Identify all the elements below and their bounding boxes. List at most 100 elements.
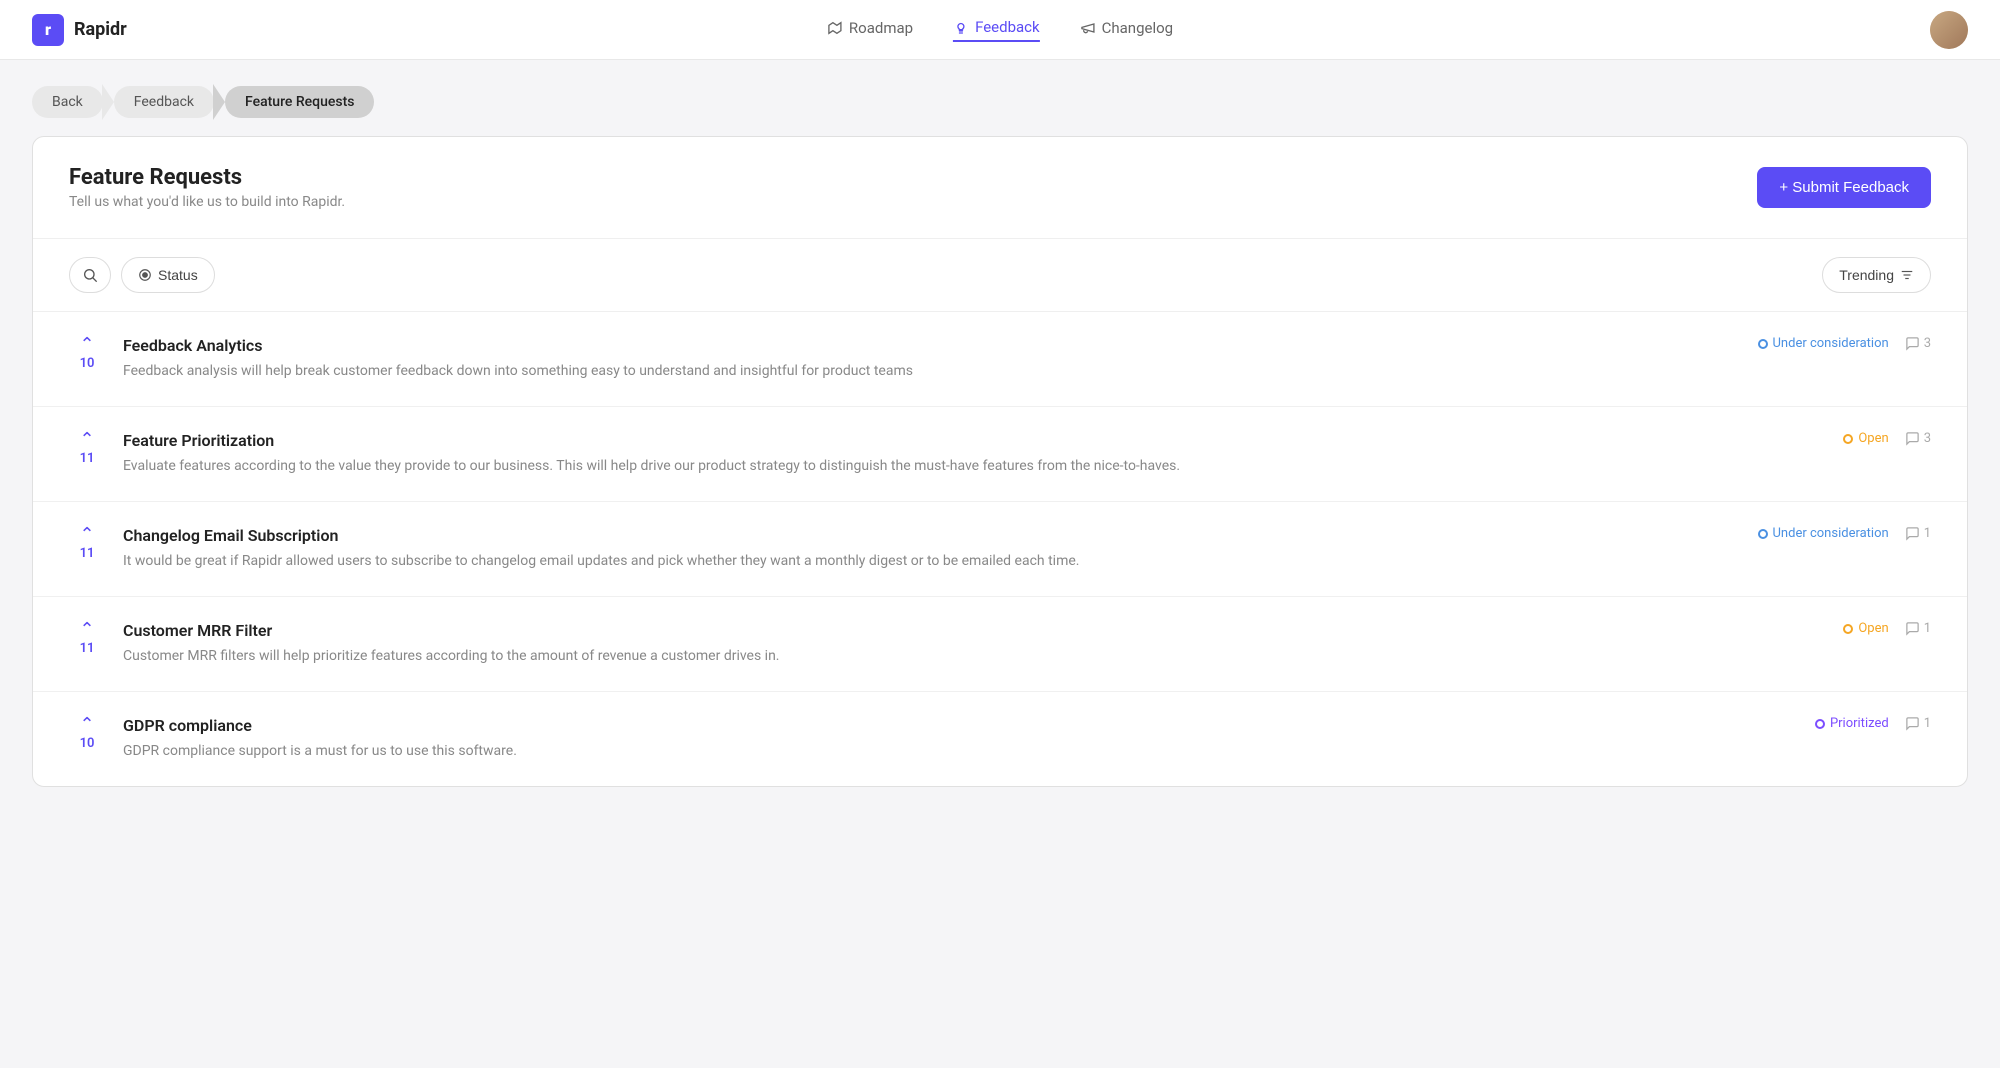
comment-count[interactable]: 1 (1905, 716, 1931, 731)
feed-meta: Under consideration 1 (1731, 526, 1931, 541)
submit-feedback-button[interactable]: + Submit Feedback (1757, 167, 1931, 208)
feed-item-description: Feedback analysis will help break custom… (123, 361, 1713, 382)
status-filter-button[interactable]: Status (121, 257, 215, 293)
breadcrumb-back[interactable]: Back (32, 86, 103, 118)
comment-count-label: 1 (1924, 716, 1931, 731)
comment-count-label: 3 (1924, 336, 1931, 351)
feed-item: ⌃ 10 GDPR compliance GDPR compliance sup… (33, 692, 1967, 786)
feed-item-description: Evaluate features according to the value… (123, 456, 1713, 477)
breadcrumb-feedback[interactable]: Feedback (114, 86, 214, 118)
comment-count-label: 3 (1924, 431, 1931, 446)
feed-item-title[interactable]: GDPR compliance (123, 716, 1713, 735)
feed-content: Feedback Analytics Feedback analysis wil… (123, 336, 1713, 382)
status-circle-icon (138, 268, 152, 282)
status-dot (1758, 339, 1768, 349)
vote-col: ⌃ 10 (69, 716, 105, 751)
upvote-button[interactable]: ⌃ (79, 431, 94, 449)
page-header-left: Feature Requests Tell us what you'd like… (69, 165, 345, 210)
app-name: Rapidr (74, 19, 127, 40)
nav-center: Roadmap Feedback Changelog (827, 18, 1173, 42)
status-dot (1815, 719, 1825, 729)
vote-count: 11 (80, 451, 95, 466)
feed-item-description: It would be great if Rapidr allowed user… (123, 551, 1713, 572)
nav-item-changelog[interactable]: Changelog (1080, 19, 1173, 41)
feed-item-description: Customer MRR filters will help prioritiz… (123, 646, 1713, 667)
breadcrumb-sep-1 (102, 84, 114, 120)
avatar-image (1930, 11, 1968, 49)
feed-item-title[interactable]: Feature Prioritization (123, 431, 1713, 450)
feed-meta: Open 1 (1731, 621, 1931, 636)
comment-count[interactable]: 1 (1905, 526, 1931, 541)
status-label: Under consideration (1773, 336, 1889, 351)
vote-count: 11 (80, 546, 95, 561)
vote-col: ⌃ 11 (69, 621, 105, 656)
breadcrumb-feature-requests[interactable]: Feature Requests (225, 86, 374, 118)
feed-item: ⌃ 11 Changelog Email Subscription It wou… (33, 502, 1967, 597)
trending-sort-button[interactable]: Trending (1822, 257, 1931, 293)
nav-item-feedback[interactable]: Feedback (953, 18, 1040, 42)
status-label: Open (1858, 431, 1888, 446)
feed-item-description: GDPR compliance support is a must for us… (123, 741, 1713, 762)
comment-icon (1905, 336, 1920, 351)
megaphone-icon (1080, 20, 1096, 36)
vote-col: ⌃ 11 (69, 526, 105, 561)
page-subtitle: Tell us what you'd like us to build into… (69, 194, 345, 210)
feed-item-title[interactable]: Feedback Analytics (123, 336, 1713, 355)
top-nav: r Rapidr Roadmap Feedback Changelog (0, 0, 2000, 60)
status-badge: Under consideration (1758, 526, 1889, 541)
upvote-button[interactable]: ⌃ (79, 526, 94, 544)
feed-meta: Open 3 (1731, 431, 1931, 446)
feed-item: ⌃ 10 Feedback Analytics Feedback analysi… (33, 312, 1967, 407)
map-icon (827, 20, 843, 36)
feed-item-title[interactable]: Customer MRR Filter (123, 621, 1713, 640)
filter-bar: Status Trending (33, 239, 1967, 312)
vote-col: ⌃ 10 (69, 336, 105, 371)
status-dot (1758, 529, 1768, 539)
search-button[interactable] (69, 257, 111, 293)
comment-icon (1905, 716, 1920, 731)
status-badge: Prioritized (1815, 716, 1889, 731)
logo-area[interactable]: r Rapidr (32, 14, 127, 46)
vote-count: 11 (80, 641, 95, 656)
comment-count[interactable]: 1 (1905, 621, 1931, 636)
vote-count: 10 (80, 736, 95, 751)
comment-count-label: 1 (1924, 526, 1931, 541)
comment-count-label: 1 (1924, 621, 1931, 636)
status-label: Open (1858, 621, 1888, 636)
page-title: Feature Requests (69, 165, 345, 190)
comment-icon (1905, 526, 1920, 541)
filter-left: Status (69, 257, 215, 293)
feed-content: Changelog Email Subscription It would be… (123, 526, 1713, 572)
status-badge: Under consideration (1758, 336, 1889, 351)
status-label: Prioritized (1830, 716, 1889, 731)
upvote-button[interactable]: ⌃ (79, 336, 94, 354)
upvote-button[interactable]: ⌃ (79, 716, 94, 734)
feed-item-title[interactable]: Changelog Email Subscription (123, 526, 1713, 545)
nav-item-roadmap[interactable]: Roadmap (827, 19, 913, 41)
feed-content: Customer MRR Filter Customer MRR filters… (123, 621, 1713, 667)
feed-meta: Prioritized 1 (1731, 716, 1931, 731)
feed-content: GDPR compliance GDPR compliance support … (123, 716, 1713, 762)
sort-icon (1900, 268, 1914, 282)
breadcrumb: Back Feedback Feature Requests (0, 60, 2000, 136)
feed-meta: Under consideration 3 (1731, 336, 1931, 351)
status-dot (1843, 624, 1853, 634)
comment-icon (1905, 431, 1920, 446)
status-dot (1843, 434, 1853, 444)
avatar[interactable] (1930, 11, 1968, 49)
vote-count: 10 (80, 356, 95, 371)
logo-icon: r (32, 14, 64, 46)
upvote-button[interactable]: ⌃ (79, 621, 94, 639)
search-icon (82, 267, 98, 283)
main-container: Feature Requests Tell us what you'd like… (32, 136, 1968, 787)
vote-col: ⌃ 11 (69, 431, 105, 466)
comment-count[interactable]: 3 (1905, 336, 1931, 351)
status-badge: Open (1843, 431, 1888, 446)
comment-count[interactable]: 3 (1905, 431, 1931, 446)
comment-icon (1905, 621, 1920, 636)
feed-item: ⌃ 11 Feature Prioritization Evaluate fea… (33, 407, 1967, 502)
feed-content: Feature Prioritization Evaluate features… (123, 431, 1713, 477)
status-badge: Open (1843, 621, 1888, 636)
lightbulb-icon (953, 19, 969, 35)
feed-list: ⌃ 10 Feedback Analytics Feedback analysi… (33, 312, 1967, 786)
